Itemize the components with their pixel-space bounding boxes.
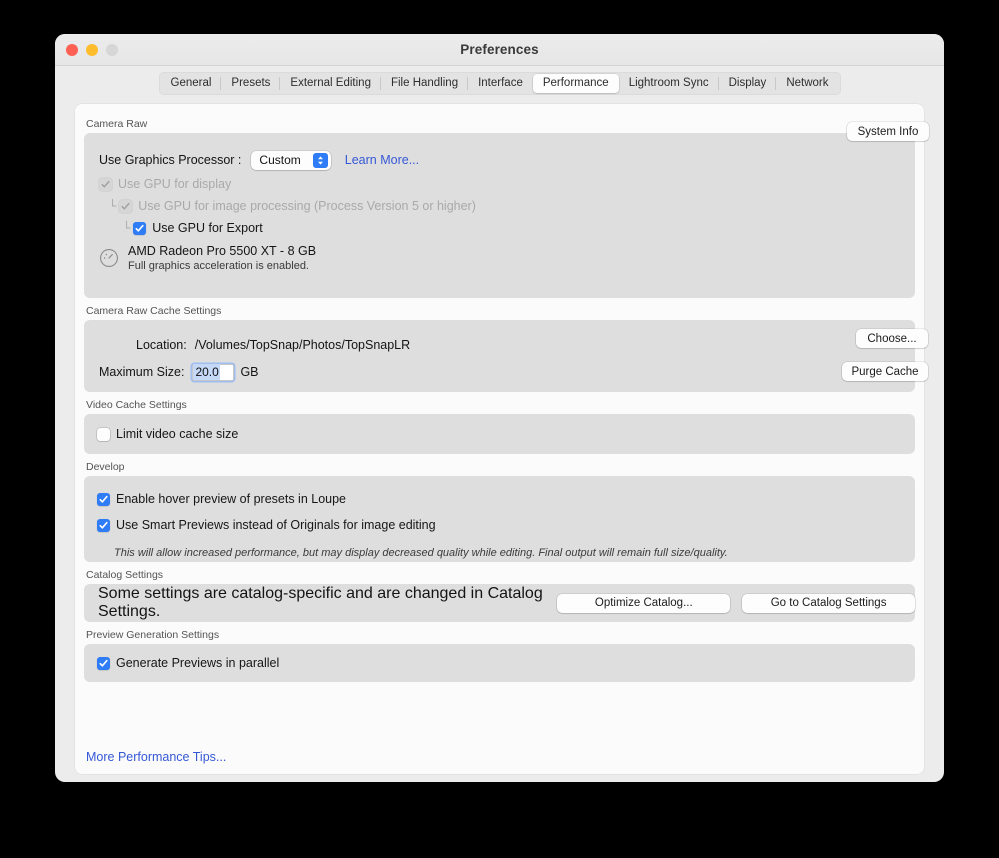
cache-location-label: Location: [136, 338, 187, 352]
gpu-name: AMD Radeon Pro 5500 XT - 8 GB [128, 244, 316, 258]
checkbox-generate-previews-parallel[interactable]: Generate Previews in parallel [97, 656, 279, 670]
window-title: Preferences [55, 42, 944, 57]
section-camera-raw: Camera Raw System Info Use Graphics Proc… [84, 118, 915, 298]
tab-general[interactable]: General [161, 74, 222, 93]
choose-button[interactable]: Choose... [856, 329, 928, 348]
checkbox-box [99, 178, 112, 191]
checkbox-label: Use GPU for Export [152, 221, 262, 235]
section-title-develop: Develop [84, 461, 915, 476]
gpu-status: Full graphics acceleration is enabled. [128, 260, 316, 272]
cache-max-size-label: Maximum Size: [99, 365, 184, 379]
preview-generation-panel: Generate Previews in parallel [84, 644, 915, 682]
checkbox-box [97, 519, 110, 532]
checkbox-label: Generate Previews in parallel [116, 656, 279, 670]
tree-branch-icon: └ [123, 221, 130, 235]
window-titlebar: Preferences [55, 34, 944, 66]
section-title-catalog: Catalog Settings [84, 569, 915, 584]
checkbox-label: Use Smart Previews instead of Originals … [116, 518, 436, 532]
cache-panel: Choose... Purge Cache Location: /Volumes… [84, 320, 915, 392]
tree-branch-icon: └ [109, 199, 116, 213]
section-title-video-cache: Video Cache Settings [84, 399, 915, 414]
section-camera-raw-cache: Camera Raw Cache Settings Choose... Purg… [84, 305, 915, 392]
cache-max-size-row: Maximum Size: 20.0 GB [84, 358, 915, 386]
tab-network[interactable]: Network [776, 74, 838, 93]
gpu-info-row: AMD Radeon Pro 5500 XT - 8 GB Full graph… [84, 244, 915, 272]
graphics-processor-row: Use Graphics Processor : Custom Learn Mo… [84, 147, 915, 173]
section-video-cache: Video Cache Settings Limit video cache s… [84, 399, 915, 454]
cache-max-size-input[interactable]: 20.0 [192, 364, 234, 381]
preferences-content: Camera Raw System Info Use Graphics Proc… [75, 104, 924, 774]
tab-display[interactable]: Display [719, 74, 777, 93]
gpu-text-block: AMD Radeon Pro 5500 XT - 8 GB Full graph… [128, 244, 316, 272]
section-catalog-settings: Catalog Settings Some settings are catal… [84, 569, 915, 622]
tab-interface[interactable]: Interface [468, 74, 533, 93]
checkbox-box [97, 657, 110, 670]
chevron-up-down-icon [313, 153, 328, 168]
checkbox-label: Enable hover preview of presets in Loupe [116, 492, 346, 506]
checkbox-limit-video-cache[interactable]: Limit video cache size [97, 427, 238, 441]
checkbox-smart-previews[interactable]: Use Smart Previews instead of Originals … [97, 514, 915, 536]
checkbox-hover-preview[interactable]: Enable hover preview of presets in Loupe [97, 488, 915, 510]
preferences-window: Preferences General Presets External Edi… [55, 34, 944, 782]
checkbox-box [97, 428, 110, 441]
tabbar: General Presets External Editing File Ha… [55, 66, 944, 100]
checkbox-box [133, 222, 146, 235]
graphics-processor-label: Use Graphics Processor : [99, 153, 241, 167]
system-info-button[interactable]: System Info [847, 122, 929, 141]
develop-panel: Enable hover preview of presets in Loupe… [84, 476, 915, 562]
checkbox-label: Use GPU for image processing (Process Ve… [138, 199, 476, 213]
optimize-catalog-button[interactable]: Optimize Catalog... [557, 594, 730, 613]
develop-help-text: This will allow increased performance, b… [114, 547, 915, 559]
camera-raw-panel: System Info Use Graphics Processor : Cus… [84, 133, 915, 298]
tab-group: General Presets External Editing File Ha… [159, 72, 841, 95]
tab-file-handling[interactable]: File Handling [381, 74, 468, 93]
checkbox-use-gpu-for-export[interactable]: └ Use GPU for Export [84, 217, 915, 239]
checkbox-use-gpu-for-image-processing[interactable]: └ Use GPU for image processing (Process … [84, 195, 915, 217]
tab-performance[interactable]: Performance [533, 74, 619, 93]
checkbox-label: Use GPU for display [118, 177, 231, 191]
cache-max-size-value: 20.0 [193, 364, 219, 380]
checkbox-box [97, 493, 110, 506]
checkbox-box [119, 200, 132, 213]
checkbox-label: Limit video cache size [116, 427, 238, 441]
purge-cache-button[interactable]: Purge Cache [842, 362, 928, 381]
more-performance-tips-link[interactable]: More Performance Tips... [86, 750, 226, 764]
section-title-preview-generation: Preview Generation Settings [84, 629, 915, 644]
checkbox-use-gpu-for-display[interactable]: Use GPU for display [84, 173, 915, 195]
tab-presets[interactable]: Presets [221, 74, 280, 93]
cache-location-value: /Volumes/TopSnap/Photos/TopSnapLR [195, 338, 410, 352]
section-develop: Develop Enable hover preview of presets … [84, 461, 915, 562]
section-title-camera-raw: Camera Raw [84, 118, 915, 133]
go-to-catalog-settings-button[interactable]: Go to Catalog Settings [742, 594, 915, 613]
tab-lightroom-sync[interactable]: Lightroom Sync [619, 74, 719, 93]
cache-max-size-unit: GB [240, 365, 258, 379]
catalog-description: Some settings are catalog-specific and a… [98, 585, 544, 621]
graphics-processor-value: Custom [259, 153, 312, 167]
section-preview-generation: Preview Generation Settings Generate Pre… [84, 629, 915, 682]
catalog-panel: Some settings are catalog-specific and a… [84, 584, 915, 622]
section-title-cache: Camera Raw Cache Settings [84, 305, 915, 320]
cache-location-row: Location: /Volumes/TopSnap/Photos/TopSna… [84, 332, 915, 358]
speedometer-icon [98, 247, 120, 269]
video-cache-panel: Limit video cache size [84, 414, 915, 454]
learn-more-link[interactable]: Learn More... [345, 153, 419, 167]
tab-external-editing[interactable]: External Editing [280, 74, 381, 93]
graphics-processor-select[interactable]: Custom [251, 151, 330, 170]
